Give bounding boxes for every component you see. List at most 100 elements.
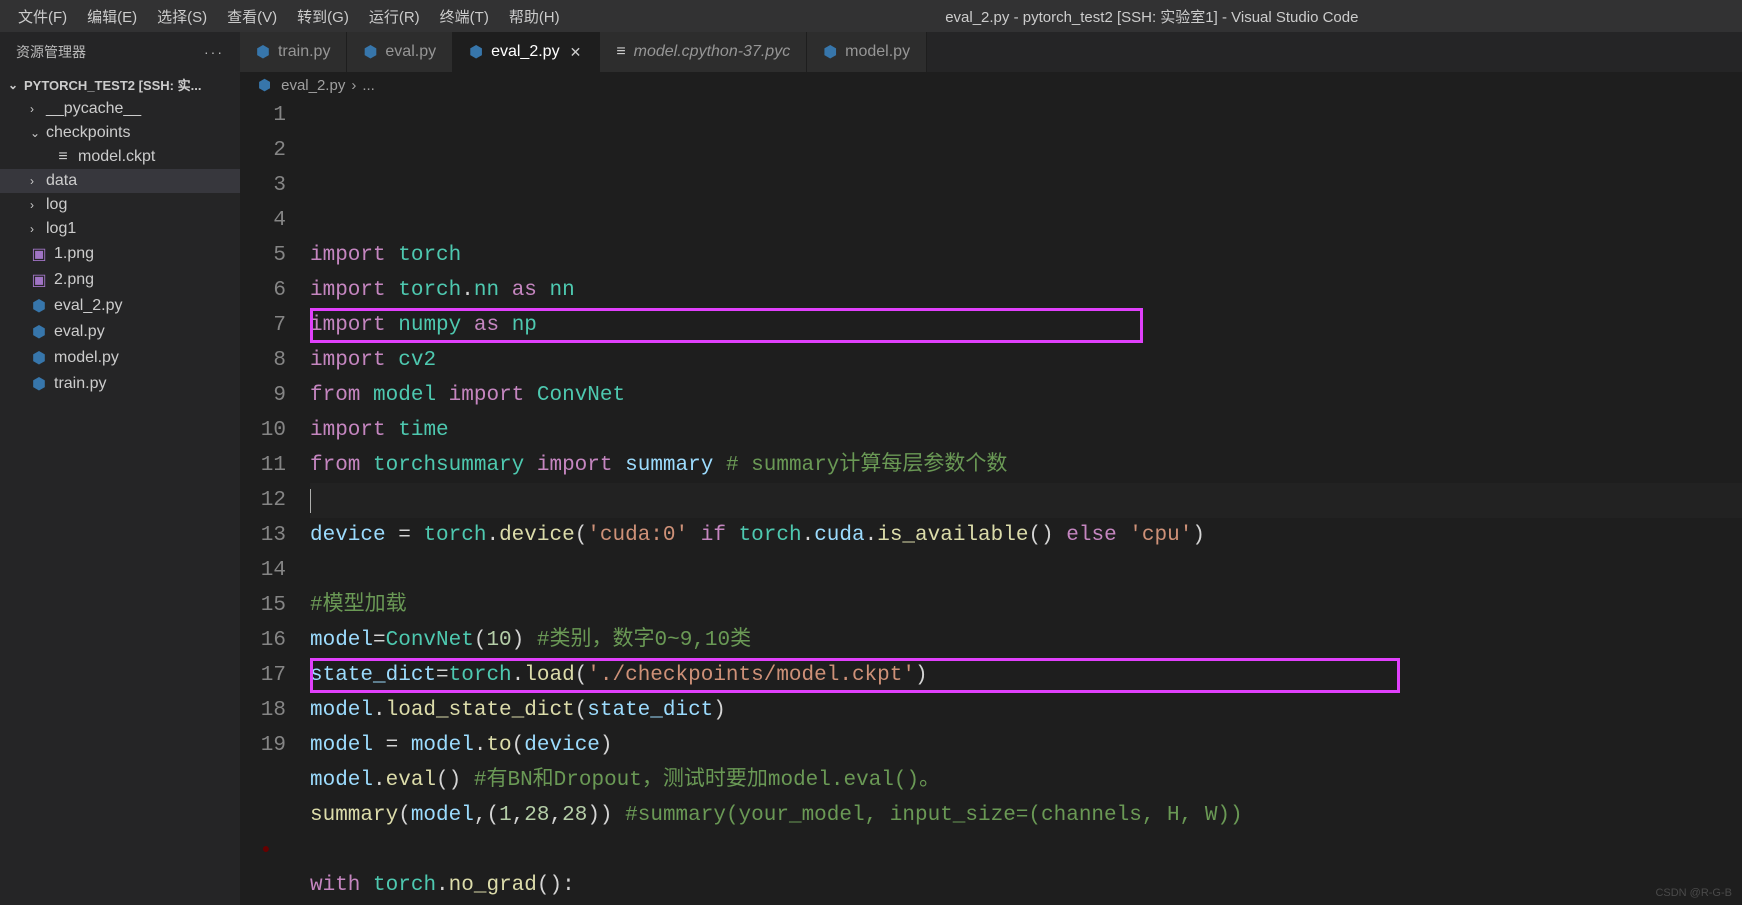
- code-line[interactable]: model=ConvNet(10) #类别，数字0~9,10类: [310, 623, 1742, 658]
- editor-tab[interactable]: ⬢eval.py: [347, 32, 453, 72]
- breadcrumb-rest: ...: [362, 77, 375, 94]
- editor-area: ⬢train.py⬢eval.py⬢eval_2.py✕≡model.cpyth…: [240, 32, 1742, 905]
- code-line[interactable]: from torchsummary import summary # summa…: [310, 448, 1742, 483]
- line-number: 10: [240, 413, 286, 448]
- line-number: 8: [240, 343, 286, 378]
- line-number: 7: [240, 308, 286, 343]
- tree-item-label: 2.png: [54, 271, 94, 289]
- line-number: 5: [240, 238, 286, 273]
- file-tree: ⌄ PYTORCH_TEST2 [SSH: 实... ›__pycache__⌄…: [0, 72, 240, 397]
- tree-item-label: eval.py: [54, 323, 105, 341]
- code-line[interactable]: import cv2: [310, 343, 1742, 378]
- code-line[interactable]: [310, 483, 1742, 518]
- tree-folder[interactable]: ›log: [0, 193, 240, 217]
- breadcrumb-sep: ›: [351, 77, 356, 94]
- python-icon: ⬢: [258, 76, 271, 94]
- code-line[interactable]: state_dict=torch.load('./checkpoints/mod…: [310, 658, 1742, 693]
- chevron-right-icon: ›: [30, 102, 44, 116]
- editor-tab[interactable]: ⬢train.py: [240, 32, 347, 72]
- tree-file[interactable]: ▣ 2.png: [0, 267, 240, 293]
- editor-tab[interactable]: ⬢model.py: [807, 32, 927, 72]
- menu-item[interactable]: 帮助(H): [499, 2, 570, 31]
- menu-item[interactable]: 转到(G): [287, 2, 359, 31]
- code-line[interactable]: import numpy as np: [310, 308, 1742, 343]
- line-number: 3: [240, 168, 286, 203]
- tree-file[interactable]: ≡ model.ckpt: [0, 145, 240, 169]
- tab-label: train.py: [278, 43, 330, 61]
- py-file-icon: ⬢: [469, 42, 483, 62]
- tree-file[interactable]: ⬢train.py: [0, 371, 240, 397]
- main-area: 资源管理器 ··· ⌄ PYTORCH_TEST2 [SSH: 实... ›__…: [0, 32, 1742, 905]
- menu-item[interactable]: 编辑(E): [77, 2, 147, 31]
- editor-tab[interactable]: ≡model.cpython-37.pyc: [600, 32, 807, 72]
- tab-label: model.cpython-37.pyc: [634, 43, 791, 61]
- tree-item-label: log1: [46, 220, 76, 238]
- line-number: 12: [240, 483, 286, 518]
- tree-folder[interactable]: ⌄checkpoints: [0, 121, 240, 145]
- tree-root[interactable]: ⌄ PYTORCH_TEST2 [SSH: 实...: [0, 72, 240, 97]
- code-line[interactable]: with torch.no_grad():: [310, 868, 1742, 903]
- editor-tab[interactable]: ⬢eval_2.py✕: [453, 32, 600, 72]
- tree-item-label: checkpoints: [46, 124, 131, 142]
- tree-item-label: data: [46, 172, 77, 190]
- tree-item-label: __pycache__: [46, 100, 141, 118]
- line-number: 19: [240, 728, 286, 763]
- tree-file[interactable]: ▣ 1.png: [0, 241, 240, 267]
- tree-file[interactable]: ⬢eval.py: [0, 319, 240, 345]
- menu-item[interactable]: 选择(S): [147, 2, 217, 31]
- code-line[interactable]: model.eval() #有BN和Dropout，测试时要加model.eva…: [310, 763, 1742, 798]
- code-line[interactable]: from model import ConvNet: [310, 378, 1742, 413]
- py-file-icon: ⬢: [30, 296, 48, 316]
- tree-item-label: model.ckpt: [78, 148, 155, 166]
- code-line[interactable]: #模型加载: [310, 588, 1742, 623]
- tab-label: model.py: [845, 43, 910, 61]
- py-file-icon: ⬢: [30, 348, 48, 368]
- png-file-icon: ▣: [30, 244, 48, 264]
- menu-bar: 文件(F)编辑(E)选择(S)查看(V)转到(G)运行(R)终端(T)帮助(H): [8, 2, 570, 31]
- tree-folder[interactable]: ›log1: [0, 217, 240, 241]
- code-line[interactable]: ●: [310, 833, 1742, 868]
- tree-folder[interactable]: ›__pycache__: [0, 97, 240, 121]
- code-editor[interactable]: 12345678910111213141516171819 import tor…: [240, 98, 1742, 905]
- chevron-down-icon: ⌄: [8, 78, 22, 92]
- chevron-right-icon: ›: [30, 198, 44, 212]
- tree-item-label: model.py: [54, 349, 119, 367]
- watermark: CSDN @R-G-B: [1655, 887, 1732, 899]
- explorer-header: 资源管理器 ···: [0, 32, 240, 72]
- py-file-icon: ⬢: [363, 42, 377, 62]
- line-number: 4: [240, 203, 286, 238]
- menu-item[interactable]: 运行(R): [359, 2, 430, 31]
- code-line[interactable]: model = model.to(device): [310, 728, 1742, 763]
- tree-file[interactable]: ⬢eval_2.py: [0, 293, 240, 319]
- code-line[interactable]: summary(model,(1,28,28)) #summary(your_m…: [310, 798, 1742, 833]
- code-line[interactable]: device = torch.device('cuda:0' if torch.…: [310, 518, 1742, 553]
- tree-folder[interactable]: ›data: [0, 169, 240, 193]
- code-line[interactable]: import torch.nn as nn: [310, 273, 1742, 308]
- py-file-icon: ⬢: [30, 374, 48, 394]
- title-bar: 文件(F)编辑(E)选择(S)查看(V)转到(G)运行(R)终端(T)帮助(H)…: [0, 0, 1742, 32]
- explorer-more-icon[interactable]: ···: [204, 44, 224, 60]
- chevron-right-icon: ›: [30, 174, 44, 188]
- png-file-icon: ▣: [30, 270, 48, 290]
- code-line[interactable]: model.load_state_dict(state_dict): [310, 693, 1742, 728]
- tree-root-label: PYTORCH_TEST2 [SSH: 实...: [24, 75, 201, 94]
- code-line[interactable]: import torch: [310, 238, 1742, 273]
- code-line[interactable]: [310, 553, 1742, 588]
- text-cursor: [310, 489, 311, 513]
- breadcrumb[interactable]: ⬢ eval_2.py › ...: [240, 72, 1742, 98]
- line-number: 17: [240, 658, 286, 693]
- close-icon[interactable]: ✕: [568, 44, 584, 61]
- chevron-down-icon: ⌄: [30, 126, 44, 140]
- menu-item[interactable]: 查看(V): [217, 2, 287, 31]
- breakpoint-icon[interactable]: ●: [260, 833, 272, 868]
- explorer-sidebar: 资源管理器 ··· ⌄ PYTORCH_TEST2 [SSH: 实... ›__…: [0, 32, 240, 905]
- file-file-icon: ≡: [54, 148, 72, 166]
- menu-item[interactable]: 文件(F): [8, 2, 77, 31]
- code-line[interactable]: import time: [310, 413, 1742, 448]
- line-number: 9: [240, 378, 286, 413]
- line-number: 1: [240, 98, 286, 133]
- code-content[interactable]: import torchimport torch.nn as nnimport …: [310, 98, 1742, 905]
- tree-file[interactable]: ⬢ model.py: [0, 345, 240, 371]
- menu-item[interactable]: 终端(T): [430, 2, 499, 31]
- tree-item-label: 1.png: [54, 245, 94, 263]
